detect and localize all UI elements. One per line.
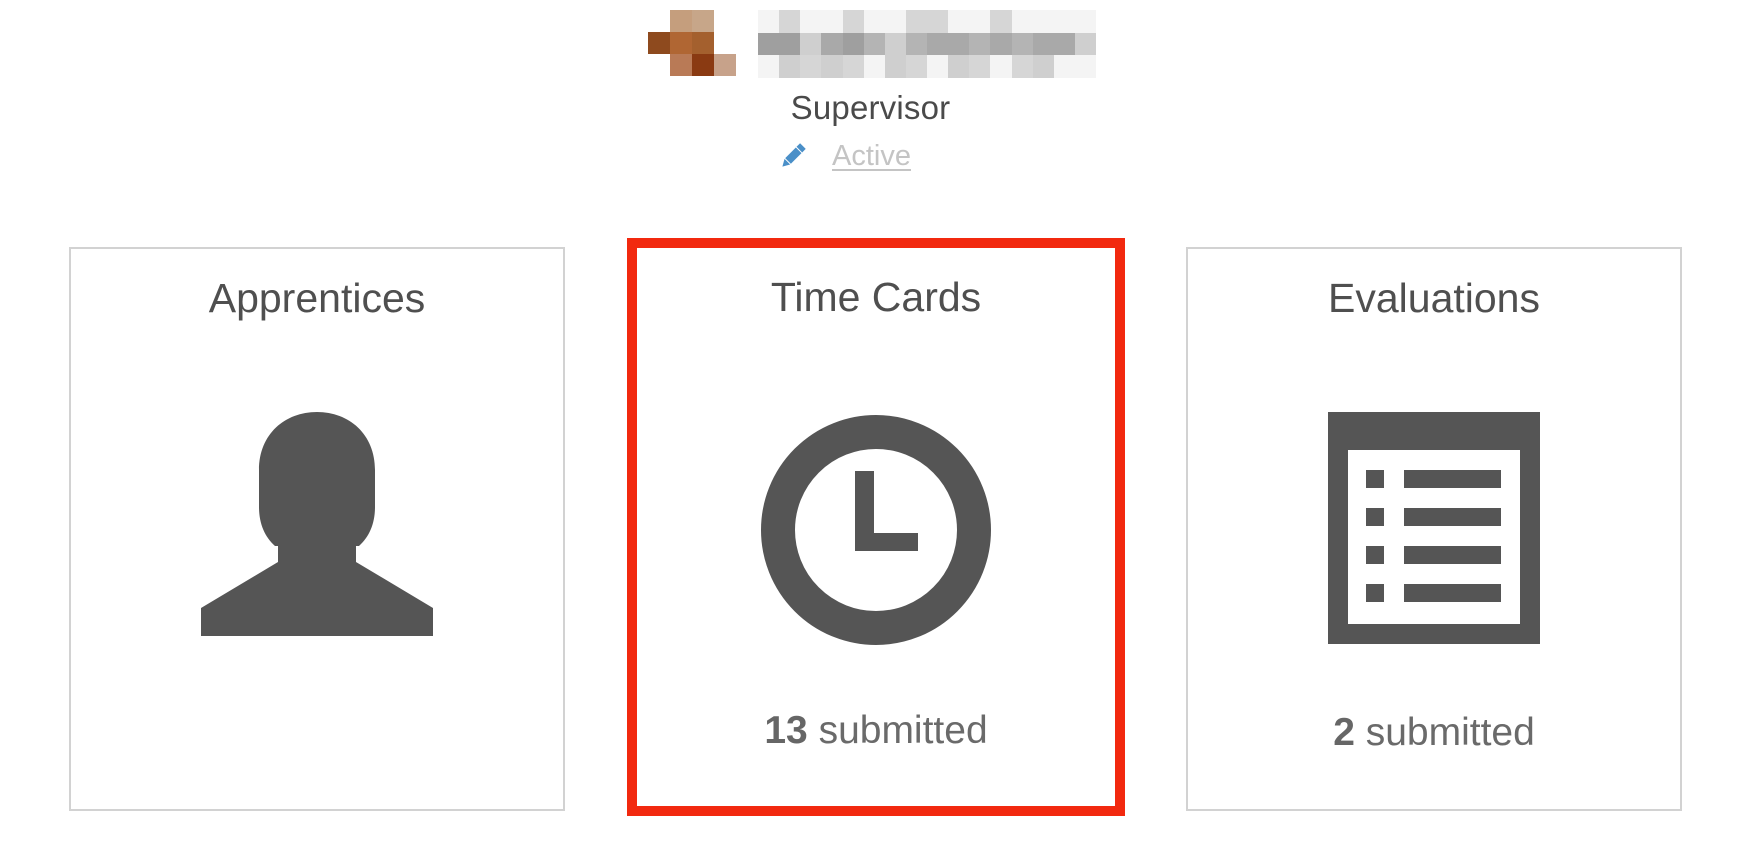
list-document-icon (1328, 412, 1540, 649)
card-title: Apprentices (208, 275, 426, 321)
card-title: Time Cards (770, 274, 982, 320)
timecards-count: 13 submitted (764, 709, 988, 752)
evaluations-card[interactable]: Evaluations 2 submitted (1186, 247, 1682, 811)
evaluations-count: 2 submitted (1333, 711, 1535, 754)
apprentices-card[interactable]: Apprentices (69, 247, 565, 811)
card-title: Evaluations (1328, 275, 1540, 321)
timecards-card[interactable]: Time Cards 13 submitted (627, 238, 1125, 816)
person-silhouette-icon (201, 412, 433, 649)
clock-icon (760, 414, 992, 651)
dashboard-cards: Apprentices Time Cards 13 submitted Eval… (0, 0, 1741, 845)
